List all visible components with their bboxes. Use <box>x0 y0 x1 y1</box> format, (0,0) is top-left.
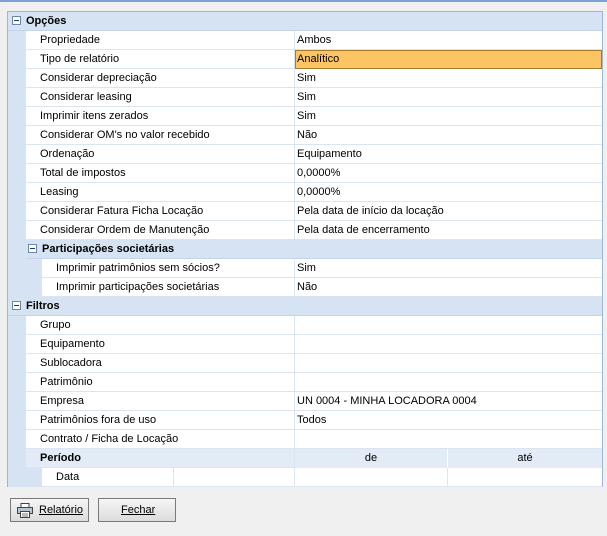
prop-name: Considerar leasing <box>40 91 132 103</box>
prop-value[interactable]: Pela data de início da locação <box>297 205 444 217</box>
filter-name: Patrimônios fora de uso <box>40 414 157 426</box>
prop-name: Considerar Ordem de Manutenção <box>40 224 210 236</box>
prop-name: Ordenação <box>40 148 95 160</box>
prop-row[interactable]: Considerar depreciação Sim <box>8 69 602 88</box>
report-button[interactable]: Relatório <box>10 498 89 522</box>
prop-value[interactable]: Equipamento <box>297 148 362 160</box>
filter-row[interactable]: Patrimônio <box>8 373 602 392</box>
prop-name: Considerar Fatura Ficha Locação <box>40 205 204 217</box>
periodo-to-input[interactable] <box>448 468 602 487</box>
prop-row[interactable]: Total de impostos 0,0000% <box>8 164 602 183</box>
filter-row[interactable]: Patrimônios fora de uso Todos <box>8 411 602 430</box>
window-top-border <box>0 0 607 2</box>
prop-row[interactable]: Imprimir itens zerados Sim <box>8 107 602 126</box>
subcategory-participacoes[interactable]: Participações societárias <box>8 240 602 259</box>
prop-row[interactable]: Ordenação Equipamento <box>8 145 602 164</box>
prop-name: Imprimir patrimônios sem sócios? <box>56 262 220 274</box>
filter-row[interactable]: Grupo <box>8 316 602 335</box>
filter-name: Equipamento <box>40 338 105 350</box>
prop-row[interactable]: Considerar OM's no valor recebido Não <box>8 126 602 145</box>
periodo-from-header: de <box>295 449 448 468</box>
prop-value[interactable]: 0,0000% <box>297 186 340 198</box>
periodo-from-input[interactable] <box>295 468 448 487</box>
prop-value[interactable]: Não <box>297 281 317 293</box>
prop-value[interactable]: Analítico <box>297 53 339 65</box>
filter-name: Grupo <box>40 319 71 331</box>
prop-row[interactable]: Tipo de relatório Analítico <box>8 50 602 69</box>
prop-value[interactable]: Sim <box>297 91 316 103</box>
prop-value[interactable]: 0,0000% <box>297 167 340 179</box>
prop-row[interactable]: Imprimir patrimônios sem sócios? Sim <box>8 259 602 278</box>
prop-row[interactable]: Leasing 0,0000% <box>8 183 602 202</box>
close-button-label: Fechar <box>121 504 156 516</box>
periodo-label: Período <box>40 452 81 464</box>
filter-name: Empresa <box>40 395 85 407</box>
prop-name: Considerar OM's no valor recebido <box>40 129 210 141</box>
category-opcoes[interactable]: Opções <box>8 12 602 31</box>
prop-name: Leasing <box>40 186 79 198</box>
property-grid[interactable]: Opções Propriedade Ambos Tipo de relatór… <box>7 11 603 487</box>
prop-value[interactable]: Ambos <box>297 34 331 46</box>
category-filtros-label: Filtros <box>26 300 60 312</box>
prop-name: Propriedade <box>40 34 100 46</box>
prop-name: Tipo de relatório <box>40 53 120 65</box>
filter-row[interactable]: Sublocadora <box>8 354 602 373</box>
prop-row[interactable]: Considerar Ordem de Manutenção Pela data… <box>8 221 602 240</box>
prop-name: Imprimir itens zerados <box>40 110 149 122</box>
periodo-data-row[interactable]: Data <box>8 468 602 487</box>
collapse-icon[interactable] <box>12 301 21 310</box>
prop-row[interactable]: Imprimir participações societárias Não <box>8 278 602 297</box>
category-filtros[interactable]: Filtros <box>8 297 602 316</box>
prop-row[interactable]: Considerar leasing Sim <box>8 88 602 107</box>
category-opcoes-label: Opções <box>26 15 67 27</box>
collapse-icon[interactable] <box>12 16 21 25</box>
selected-value-cell[interactable]: Analítico <box>295 50 602 69</box>
prop-value[interactable]: Não <box>297 129 317 141</box>
prop-name: Imprimir participações societárias <box>56 281 220 293</box>
prop-row[interactable]: Considerar Fatura Ficha Locação Pela dat… <box>8 202 602 221</box>
filter-name: Patrimônio <box>40 376 93 388</box>
filter-row[interactable]: Contrato / Ficha de Locação <box>8 430 602 449</box>
subcategory-label: Participações societárias <box>42 243 175 255</box>
periodo-header-row: Período de até <box>8 449 602 468</box>
filter-name: Contrato / Ficha de Locação <box>40 433 179 445</box>
collapse-icon[interactable] <box>28 244 37 253</box>
printer-icon <box>17 503 33 518</box>
filter-row[interactable]: Empresa UN 0004 - MINHA LOCADORA 0004 <box>8 392 602 411</box>
filter-name: Sublocadora <box>40 357 102 369</box>
prop-value[interactable]: Sim <box>297 110 316 122</box>
filter-row[interactable]: Equipamento <box>8 335 602 354</box>
filter-value[interactable]: UN 0004 - MINHA LOCADORA 0004 <box>297 395 477 407</box>
prop-value[interactable]: Pela data de encerramento <box>297 224 430 236</box>
prop-value[interactable]: Sim <box>297 262 316 274</box>
prop-value[interactable]: Sim <box>297 72 316 84</box>
button-bar: Relatório Fechar <box>0 491 607 536</box>
filter-value[interactable]: Todos <box>297 414 326 426</box>
prop-name: Total de impostos <box>40 167 126 179</box>
report-button-label: Relatório <box>39 504 84 516</box>
prop-name: Considerar depreciação <box>40 72 157 84</box>
prop-row[interactable]: Propriedade Ambos <box>8 31 602 50</box>
close-button[interactable]: Fechar <box>98 498 176 522</box>
periodo-to-header: até <box>448 449 602 468</box>
periodo-data-label: Data <box>56 471 80 483</box>
